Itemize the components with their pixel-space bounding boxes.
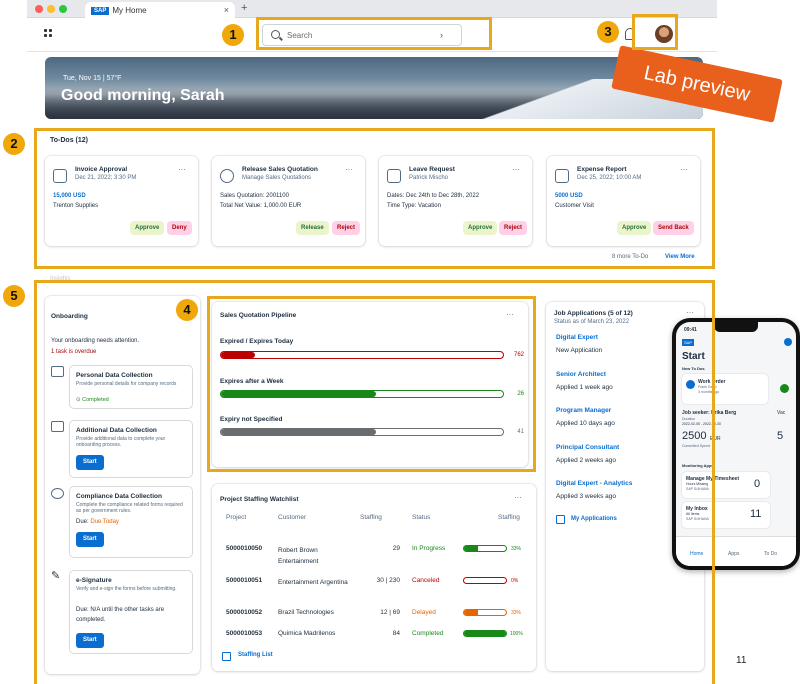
callout-box-todos xyxy=(34,128,715,269)
mobile-tab-todo[interactable]: To Do xyxy=(764,551,777,557)
callout-5: 5 xyxy=(3,285,25,307)
callout-1: 1 xyxy=(222,24,244,46)
minimize-window-dot[interactable] xyxy=(47,5,55,13)
callout-box-search xyxy=(256,17,492,50)
callout-4: 4 xyxy=(176,299,198,321)
close-window-dot[interactable] xyxy=(35,5,43,13)
browser-tab[interactable]: SAP My Home × xyxy=(85,2,235,18)
callout-box-insights xyxy=(34,280,715,684)
maximize-window-dot[interactable] xyxy=(59,5,67,13)
hero-banner: Tue, Nov 15 | 57°F Good morning, Sarah xyxy=(45,57,703,119)
hero-date-weather: Tue, Nov 15 | 57°F xyxy=(63,75,122,82)
page-number: 11 xyxy=(736,655,747,666)
close-tab-icon[interactable]: × xyxy=(224,5,229,15)
callout-box-notifications xyxy=(632,14,678,50)
callout-3: 3 xyxy=(597,21,619,43)
browser-chrome: SAP My Home × + xyxy=(27,0,717,18)
tab-title: My Home xyxy=(112,6,147,15)
greeting-title: Good morning, Sarah xyxy=(61,87,225,104)
avatar[interactable] xyxy=(784,338,792,346)
status-icon xyxy=(780,384,789,393)
callout-2: 2 xyxy=(3,133,25,155)
launchpad-grid-icon[interactable] xyxy=(44,29,54,39)
mobile-tab-apps[interactable]: Apps xyxy=(728,551,739,557)
new-tab-icon[interactable]: + xyxy=(241,2,247,14)
sap-logo-icon: SAP xyxy=(91,7,110,15)
